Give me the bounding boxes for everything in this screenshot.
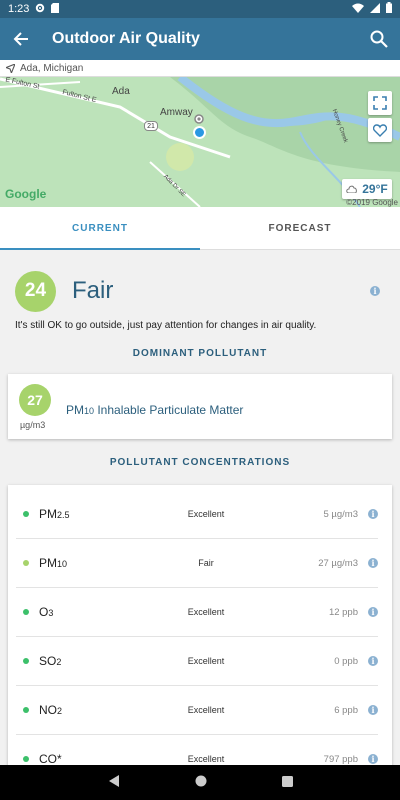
map-copyright: ©2019 Google xyxy=(346,198,398,207)
current-content[interactable]: 24 Fair i It's still OK to go outside, j… xyxy=(0,250,400,765)
google-logo: Google xyxy=(5,187,47,201)
settings-gear-icon xyxy=(35,3,45,16)
pollutant-row[interactable]: CO* Excellent 797 ppb i xyxy=(16,735,378,765)
system-nav-bar xyxy=(0,765,400,800)
app-bar: Outdoor Air Quality xyxy=(0,18,400,60)
status-time: 1:23 xyxy=(8,3,30,15)
pollutant-name-sub: 2.5 xyxy=(57,510,70,520)
pollutant-name-main: PM xyxy=(39,556,57,570)
nav-back-icon[interactable] xyxy=(108,774,120,792)
pollutant-row[interactable]: NO2 Excellent 6 ppb i xyxy=(16,686,378,735)
temperature-chip[interactable]: 29°F xyxy=(342,179,392,199)
pollutant-row[interactable]: SO2 Excellent 0 ppb i xyxy=(16,637,378,686)
pollutant-row[interactable]: PM10 Fair 27 µg/m3 i xyxy=(16,539,378,588)
pollutant-name-sub: 2 xyxy=(57,706,63,716)
map-label-amway: Amway xyxy=(160,107,193,118)
pollutant-value: 5 µg/m3 xyxy=(323,508,358,520)
pollutant-rating: Excellent xyxy=(187,607,225,617)
tab-current[interactable]: CURRENT xyxy=(0,207,200,250)
pollutant-name-sub: 3 xyxy=(48,608,54,618)
info-icon[interactable]: i xyxy=(368,607,378,617)
pollutant-row[interactable]: PM2.5 Excellent 5 µg/m3 i xyxy=(16,490,378,539)
pollutant-name-main: CO* xyxy=(39,752,62,765)
pollutant-rating: Excellent xyxy=(187,754,225,764)
info-icon[interactable]: i xyxy=(368,656,378,666)
pollutant-row[interactable]: O3 Excellent 12 ppb i xyxy=(16,588,378,637)
sd-card-icon xyxy=(51,2,60,16)
temperature-value: 29°F xyxy=(362,182,388,196)
rating-dot xyxy=(23,707,29,713)
dominant-name-sub: 10 xyxy=(84,406,95,416)
pollutant-name: NO2 xyxy=(39,703,62,717)
rating-dot xyxy=(23,560,29,566)
rating-dot xyxy=(23,658,29,664)
signal-icon xyxy=(370,2,380,16)
rating-dot xyxy=(23,756,29,762)
aqi-value-badge: 24 xyxy=(15,270,56,312)
nav-recents-icon[interactable] xyxy=(281,774,293,792)
dominant-pollutant-card[interactable]: 27 µg/m3 PM10 Inhalable Particulate Matt… xyxy=(8,374,392,439)
tab-bar: CURRENT FORECAST xyxy=(0,207,400,250)
rating-dot xyxy=(23,511,29,517)
rating-dot xyxy=(23,609,29,615)
pollutant-name-main: PM xyxy=(39,507,57,521)
status-bar: 1:23 xyxy=(0,0,400,18)
pollutant-value: 797 ppb xyxy=(323,753,358,765)
location-arrow-icon xyxy=(6,63,15,73)
pollutant-name: CO* xyxy=(39,752,62,765)
pollutant-value: 0 ppb xyxy=(334,655,358,667)
nav-home-icon[interactable] xyxy=(195,774,207,792)
pollutant-rating: Excellent xyxy=(187,509,225,519)
dominant-unit: µg/m3 xyxy=(20,420,46,430)
location-name: Ada, Michigan xyxy=(20,62,84,74)
aqi-category: Fair xyxy=(72,277,114,304)
location-bar: Ada, Michigan xyxy=(0,60,400,77)
pollutant-value: 12 ppb xyxy=(328,606,358,618)
dominant-pollutant-name: PM10 Inhalable Particulate Matter xyxy=(66,403,243,417)
map-pin-icon[interactable] xyxy=(194,113,204,125)
map-background xyxy=(0,77,400,207)
fullscreen-icon[interactable] xyxy=(368,91,392,115)
dominant-value-badge: 27 xyxy=(19,384,51,416)
back-arrow-icon[interactable] xyxy=(0,18,42,60)
pollutant-name-main: O xyxy=(39,605,49,619)
info-icon[interactable]: i xyxy=(368,558,378,568)
pollutant-name: O3 xyxy=(39,605,53,619)
dominant-name-prefix: PM xyxy=(66,403,84,417)
search-icon[interactable] xyxy=(358,18,400,60)
route-badge: 21 xyxy=(144,121,158,131)
dominant-name-rest: Inhalable Particulate Matter xyxy=(94,403,244,417)
current-location-dot-icon xyxy=(193,126,206,139)
pollutant-concentrations-heading: POLLUTANT CONCENTRATIONS xyxy=(109,457,291,468)
dominant-pollutant-heading: DOMINANT POLLUTANT xyxy=(132,348,268,359)
map-label-ada: Ada xyxy=(112,86,130,97)
battery-icon xyxy=(386,2,392,16)
info-icon[interactable]: i xyxy=(368,705,378,715)
aqi-description: It's still OK to go outside, just pay at… xyxy=(15,320,317,331)
tab-forecast[interactable]: FORECAST xyxy=(200,207,400,249)
info-icon[interactable]: i xyxy=(368,754,378,764)
pollutant-name-sub: 2 xyxy=(56,657,62,667)
cloud-icon xyxy=(346,185,358,193)
pollutant-name: PM10 xyxy=(39,556,67,570)
pollutant-name-main: SO xyxy=(39,654,57,668)
favorite-heart-icon[interactable] xyxy=(368,118,392,142)
info-icon[interactable]: i xyxy=(370,286,380,296)
map-view[interactable]: Ada Amway E Fulton St Fulton St E Honey … xyxy=(0,77,400,207)
wifi-icon xyxy=(352,3,364,16)
pollutant-name: PM2.5 xyxy=(39,507,70,521)
info-icon[interactable]: i xyxy=(368,509,378,519)
pollutant-rating: Excellent xyxy=(187,656,225,666)
pollutant-value: 27 µg/m3 xyxy=(318,557,358,569)
page-title: Outdoor Air Quality xyxy=(52,30,200,47)
pollutant-name-main: NO xyxy=(39,703,57,717)
pollutant-name: SO2 xyxy=(39,654,61,668)
pollutant-rating: Excellent xyxy=(187,705,225,715)
pollutant-name-sub: 10 xyxy=(57,559,68,569)
pollutant-concentrations-card: PM2.5 Excellent 5 µg/m3 i PM10 Fair 27 µ… xyxy=(8,485,392,765)
pollutant-value: 6 ppb xyxy=(334,704,358,716)
pollutant-rating: Fair xyxy=(198,558,214,568)
aqi-summary: 24 Fair i xyxy=(15,270,385,312)
